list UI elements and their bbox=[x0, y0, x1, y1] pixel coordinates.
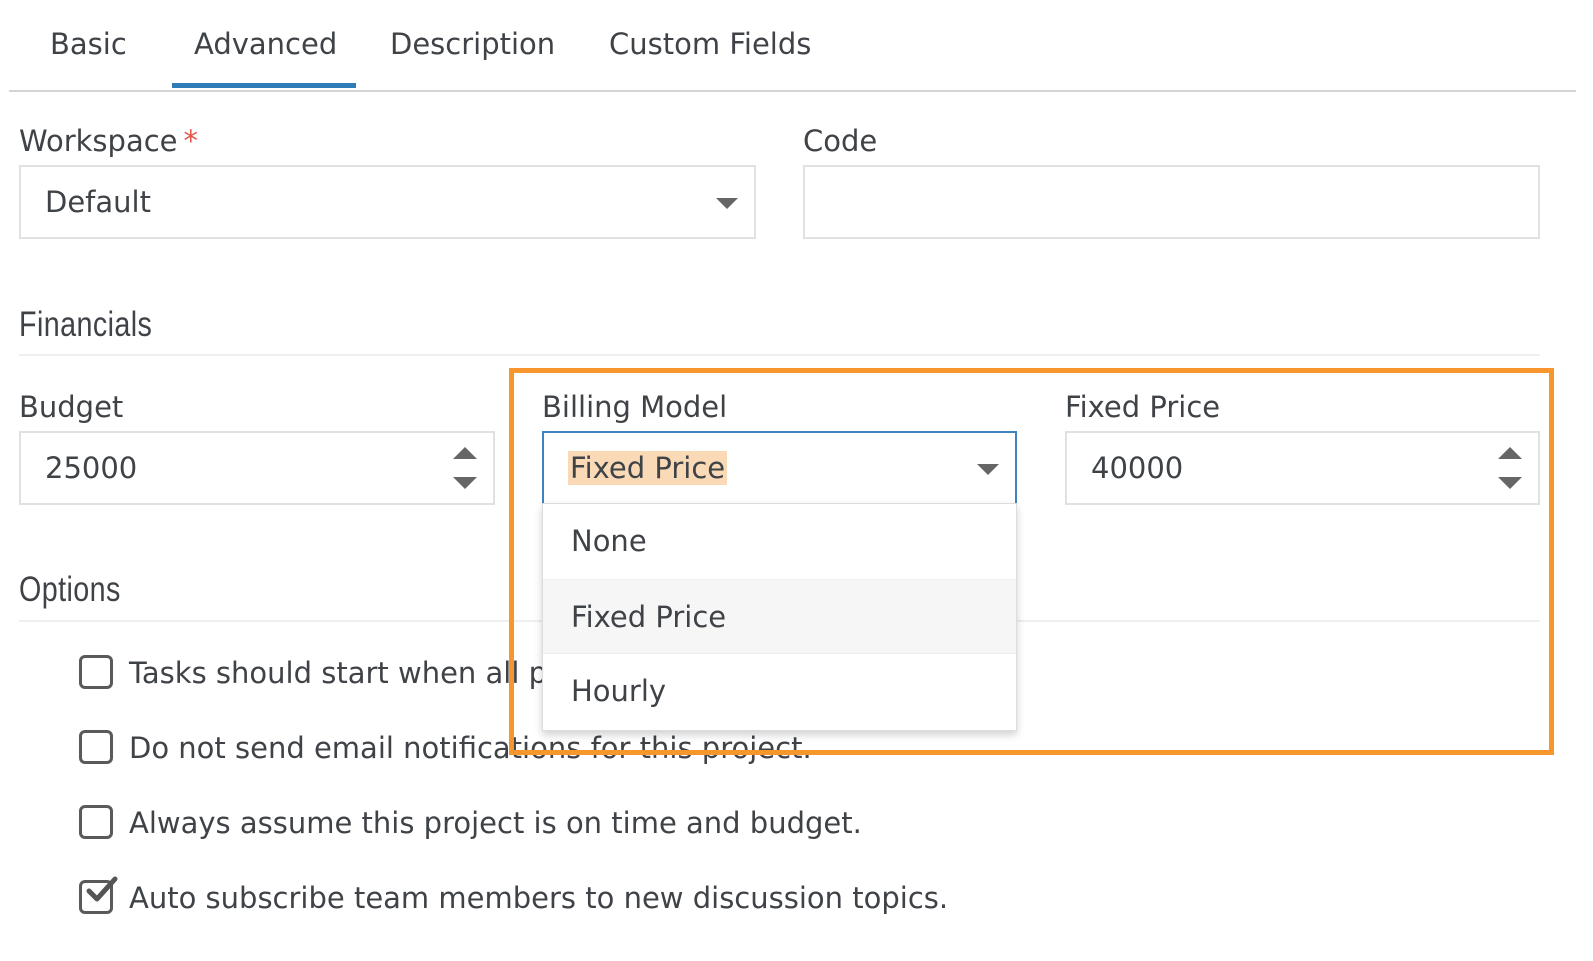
billing-model-dropdown: None Fixed Price Hourly bbox=[542, 503, 1017, 731]
stepper-down-icon[interactable] bbox=[1498, 477, 1522, 489]
financials-heading: Financials bbox=[19, 305, 153, 344]
stepper-down-icon[interactable] bbox=[453, 477, 477, 489]
billing-model-select-value: Fixed Price bbox=[568, 451, 728, 485]
dropdown-option-hourly[interactable]: Hourly bbox=[543, 654, 1016, 729]
checkmark-icon bbox=[86, 876, 118, 902]
option-checkbox-tasks-start[interactable] bbox=[79, 655, 113, 689]
workspace-label-text: Workspace bbox=[19, 124, 178, 158]
fixed-price-input-value: 40000 bbox=[1091, 451, 1184, 485]
billing-model-label: Billing Model bbox=[542, 390, 728, 424]
tab-basic[interactable]: Basic bbox=[50, 22, 127, 90]
option-label-on-time: Always assume this project is on time an… bbox=[129, 806, 862, 840]
budget-label: Budget bbox=[19, 390, 124, 424]
financials-divider bbox=[19, 354, 1540, 356]
option-checkbox-on-time[interactable] bbox=[79, 805, 113, 839]
stepper-up-icon[interactable] bbox=[1498, 447, 1522, 459]
billing-model-select[interactable]: Fixed Price bbox=[542, 431, 1017, 505]
option-checkbox-auto-subscribe[interactable] bbox=[79, 876, 118, 914]
fixed-price-input[interactable]: 40000 bbox=[1065, 431, 1540, 505]
stepper-up-icon[interactable] bbox=[453, 447, 477, 459]
budget-input[interactable]: 25000 bbox=[19, 431, 495, 505]
selected-text-highlight: Fixed Price bbox=[568, 451, 728, 485]
dropdown-option-none[interactable]: None bbox=[543, 504, 1016, 579]
tab-custom-fields[interactable]: Custom Fields bbox=[609, 22, 811, 90]
tab-description[interactable]: Description bbox=[390, 22, 555, 90]
active-tab-indicator bbox=[172, 83, 356, 88]
code-input[interactable] bbox=[803, 165, 1540, 239]
tabs-divider bbox=[9, 90, 1576, 92]
option-label-tasks-start: Tasks should start when all pr bbox=[129, 656, 559, 690]
options-heading: Options bbox=[19, 570, 121, 609]
option-checkbox-no-email[interactable] bbox=[79, 730, 113, 764]
dropdown-option-fixed-price[interactable]: Fixed Price bbox=[543, 579, 1016, 654]
workspace-label: Workspace * bbox=[19, 124, 198, 158]
option-label-no-email: Do not send email notifications for this… bbox=[129, 731, 812, 765]
workspace-select-value: Default bbox=[45, 185, 151, 219]
fixed-price-label: Fixed Price bbox=[1065, 390, 1221, 424]
chevron-down-icon bbox=[977, 464, 999, 475]
workspace-select[interactable]: Default bbox=[19, 165, 756, 239]
fixed-price-stepper[interactable] bbox=[1498, 447, 1522, 489]
required-marker: * bbox=[183, 124, 199, 158]
tab-advanced[interactable]: Advanced bbox=[194, 22, 337, 90]
budget-input-value: 25000 bbox=[45, 451, 138, 485]
option-label-auto-subscribe: Auto subscribe team members to new discu… bbox=[129, 881, 949, 915]
budget-stepper[interactable] bbox=[453, 447, 477, 489]
chevron-down-icon bbox=[716, 198, 738, 209]
code-label: Code bbox=[803, 124, 878, 158]
